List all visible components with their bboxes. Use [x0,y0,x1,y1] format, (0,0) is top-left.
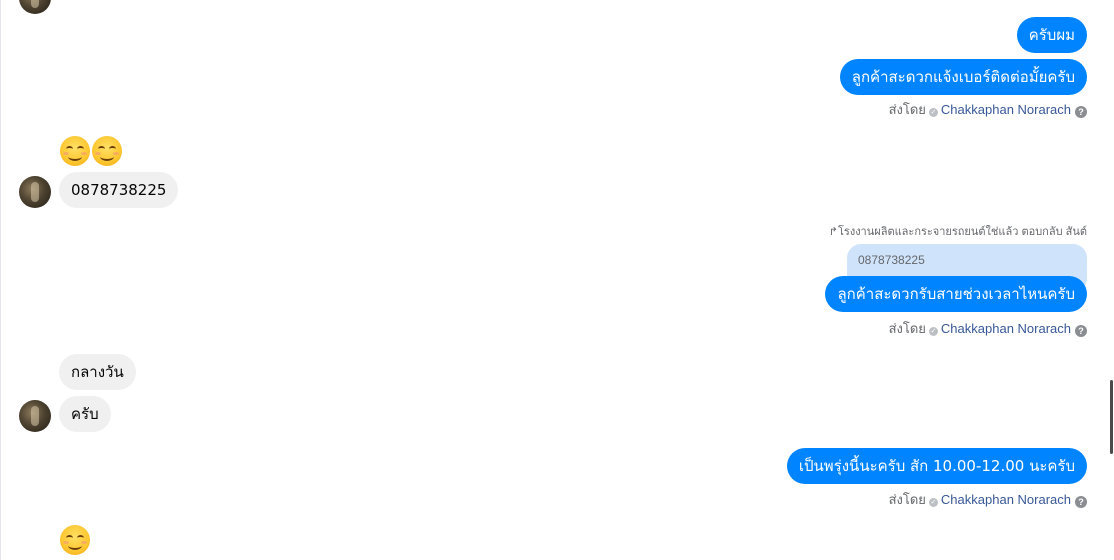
reply-arrow-icon: ↱ [828,226,838,238]
incoming-message[interactable]: 0878738225 [59,172,179,208]
sender-name-link[interactable]: Chakkaphan Norarach [941,102,1071,117]
check-circle-icon: ✓ [928,327,938,336]
reply-context-label: ↱โรงงานผลิตและกระจายรถยนต์ใช่แล้ว ตอบกลั… [829,222,1087,240]
message-text: เป็นพรุ่งนี้นะครับ สัก 10.00-12.00 นะครั… [798,457,1075,475]
avatar[interactable] [19,176,51,208]
help-circle-icon[interactable]: ? [1075,325,1087,337]
check-circle-icon: ✓ [928,498,938,507]
reply-context-text: โรงงานผลิตและกระจายรถยนต์ใช่แล้ว ตอบกลับ… [838,226,1087,238]
sender-name-link[interactable]: Chakkaphan Norarach [941,492,1071,507]
help-circle-icon[interactable]: ? [1075,496,1087,508]
message-text: ครับผม [1028,26,1075,44]
smiling-face-icon [60,525,90,555]
sent-by-prefix: ส่งโดย [888,492,926,507]
incoming-message[interactable]: ครับ [59,396,111,432]
smiling-face-icon [60,136,90,166]
avatar[interactable] [19,0,51,14]
incoming-message[interactable]: กลางวัน [59,354,136,390]
message-text: 0878738225 [71,181,167,199]
message-text: ครับ [71,405,99,423]
sent-by-info: ส่งโดย ✓ Chakkaphan Norarach? [889,320,1087,338]
message-text: กลางวัน [71,363,124,381]
sender-name-link[interactable]: Chakkaphan Norarach [941,321,1071,336]
avatar[interactable] [19,400,51,432]
outgoing-message[interactable]: ลูกค้าสะดวกรับสายช่วงเวลาไหนครับ [825,276,1087,312]
smiling-face-icon [92,136,122,166]
sent-by-info: ส่งโดย ✓ Chakkaphan Norarach? [889,101,1087,119]
chat-left-border [0,0,1,560]
sent-by-prefix: ส่งโดย [888,102,926,117]
message-text: ลูกค้าสะดวกแจ้งเบอร์ติดต่อมั้ยครับ [851,68,1075,86]
quoted-text: 0878738225 [858,253,925,267]
check-circle-icon: ✓ [928,108,938,117]
scrollbar-thumb[interactable] [1110,380,1113,454]
message-text: ลูกค้าสะดวกรับสายช่วงเวลาไหนครับ [837,285,1075,303]
help-circle-icon[interactable]: ? [1075,106,1087,118]
outgoing-message[interactable]: ลูกค้าสะดวกแจ้งเบอร์ติดต่อมั้ยครับ [839,59,1087,95]
sent-by-info: ส่งโดย ✓ Chakkaphan Norarach? [889,491,1087,509]
outgoing-message[interactable]: เป็นพรุ่งนี้นะครับ สัก 10.00-12.00 นะครั… [786,448,1087,484]
sent-by-prefix: ส่งโดย [888,321,926,336]
outgoing-message[interactable]: ครับผม [1016,17,1087,53]
